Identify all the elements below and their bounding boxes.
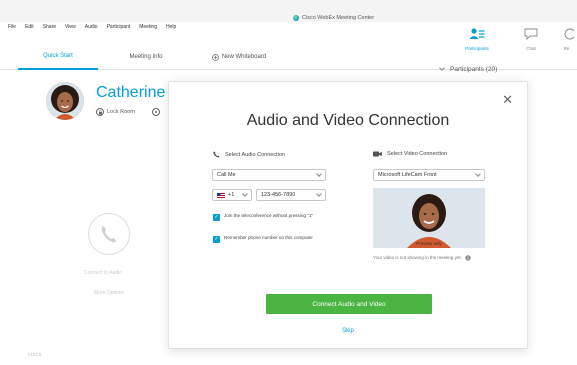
host-photo [46,82,84,120]
menu-view[interactable]: View [65,24,76,30]
record-icon [564,28,574,40]
tab-new-whiteboard[interactable]: New Whiteboard [194,44,284,70]
handset-icon [213,151,220,158]
audio-video-dialog: ✕ Audio and Video Connection Select Audi… [168,81,528,349]
skip-link[interactable]: Skip [169,328,527,334]
menu-meeting[interactable]: Meeting [139,24,157,30]
tab-meeting-info-label: Meeting Info [129,54,163,60]
checkmark-icon: ✓ [213,235,220,243]
plus-circle-icon [211,53,219,61]
video-heading-label: Select Video Connection [387,151,448,157]
checkmark-icon: ✓ [213,213,220,221]
remember-phone-checkbox[interactable]: ✓ Remember phone number on this computer [213,235,323,243]
phone-number-value: 123-456-7890 [261,192,296,198]
chat-icon [524,28,538,40]
video-connection-value: Microsoft LifeCam Front [378,172,437,178]
chevron-down-icon [439,65,445,71]
menu-audio[interactable]: Audio [85,24,98,30]
record-button-icon[interactable] [152,108,160,116]
window-title-text: Cisco WebEx Meeting Center [302,15,375,21]
join-without-pressing-checkbox[interactable]: ✓ Join the teleconference without pressi… [213,213,323,221]
participants-button-label: Participants [465,46,489,51]
dialog-title: Audio and Video Connection [246,112,450,129]
video-connection-select[interactable]: Microsoft LifeCam Front [373,169,485,181]
video-preview-image [373,188,485,248]
chevron-down-icon [316,171,322,177]
menu-help[interactable]: Help [166,24,176,30]
video-heading: Select Video Connection [373,151,447,157]
chevron-down-icon [475,171,481,177]
country-code-select[interactable]: +1 [212,189,252,201]
audio-heading: Select Audio Connection [213,151,285,158]
lock-icon [96,108,104,116]
audio-heading-label: Select Audio Connection [225,151,285,158]
chevron-down-icon [316,191,322,197]
remember-phone-label: Remember phone number on this computer [224,235,313,240]
close-icon[interactable]: ✕ [502,92,513,108]
menu-bar [0,0,577,22]
menu-edit[interactable]: Edit [25,24,34,30]
tab-quick-start[interactable]: Quick Start [18,44,98,70]
connect-audio-label: Connect to Audio [84,270,123,276]
lock-room-label: Lock Room [107,109,135,115]
preview-only-label: Preview only [416,241,442,246]
join-without-pressing-label: Join the teleconference without pressing… [224,213,314,218]
video-preview: Preview only [373,188,485,248]
menu-file[interactable]: File [8,24,16,30]
avatar [46,82,84,120]
more-panel-label: Re [563,46,570,51]
connect-audio-video-button[interactable]: Connect Audio and Video [266,294,432,314]
phone-number-input[interactable]: 123-456-7890 [256,189,326,201]
participants-button[interactable]: Participants [458,28,496,68]
audio-connection-select[interactable]: Call Me [212,169,326,181]
tab-meeting-info[interactable]: Meeting Info [106,44,186,70]
chat-button-label: Chat [526,46,536,51]
video-note-text: Your video is not showing in the meeting… [373,255,462,261]
more-panel-button[interactable]: Re [556,28,577,68]
phone-icon [101,226,116,243]
info-icon[interactable] [465,255,471,261]
participants-header-label: Participants (20) [450,66,498,73]
more-options-link[interactable]: More Options [94,290,124,296]
connect-audio-button[interactable] [88,213,130,255]
cisco-logo: cisco [28,352,42,358]
participants-header[interactable]: Participants (20) [439,65,498,73]
webex-logo-icon [293,15,299,21]
menu-participant[interactable]: Participant [107,24,131,30]
video-note: Your video is not showing in the meeting… [373,255,493,261]
chevron-down-icon [242,191,248,197]
participants-icon [469,28,485,39]
audio-connection-value: Call Me [217,172,236,178]
country-code-value: +1 [228,192,235,198]
window-title: Cisco WebEx Meeting Center [293,15,374,21]
tab-quick-start-label: Quick Start [43,53,73,59]
video-camera-icon [373,151,382,157]
lock-room-button[interactable]: Lock Room [96,108,135,116]
app-menu: File Edit Share View Audio Participant M… [8,24,176,30]
chat-button[interactable]: Chat [512,28,550,68]
us-flag-icon [217,192,225,198]
menu-share[interactable]: Share [43,24,56,30]
tab-new-whiteboard-label: New Whiteboard [221,54,267,60]
